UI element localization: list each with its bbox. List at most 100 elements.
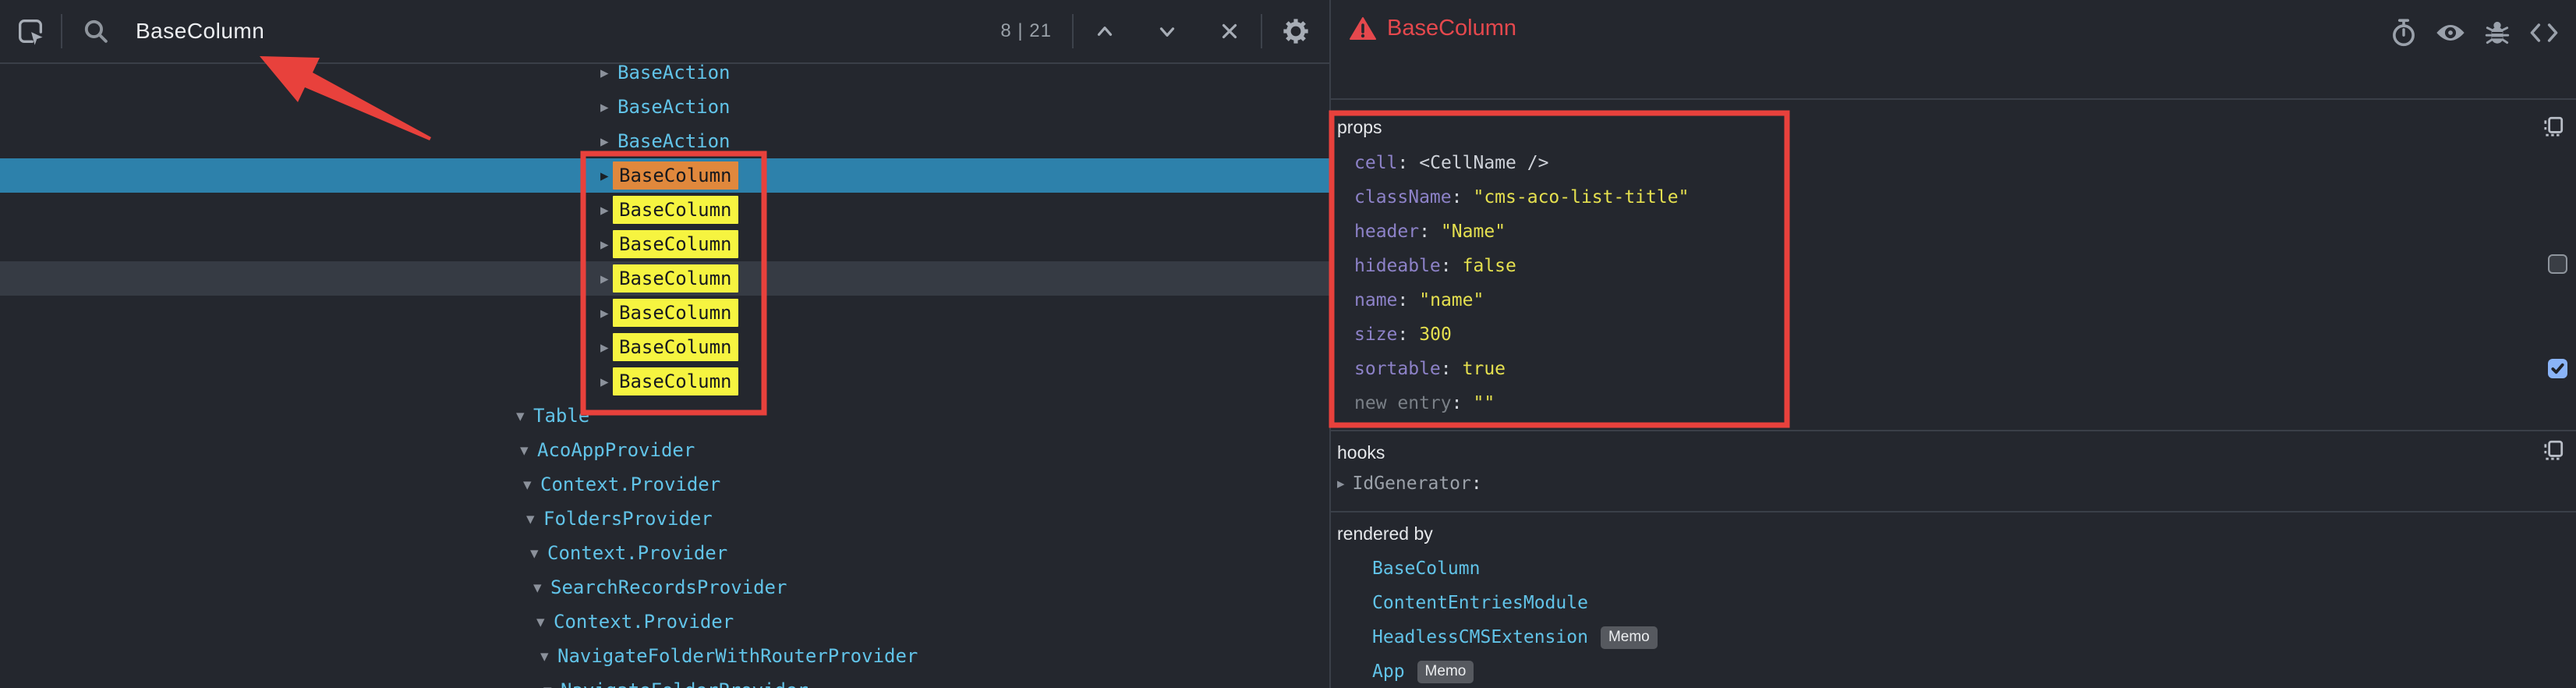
inspect-dom-element-button[interactable] [2433,17,2468,48]
component-name-match[interactable]: BaseColumn [613,367,738,395]
tree-row[interactable]: ▾ SearchRecordsProvider [0,570,1329,605]
expand-arrow-icon[interactable]: ▾ [533,570,542,605]
prop-row[interactable]: size: 300 [1331,317,2576,352]
prop-row[interactable]: name: "name" [1331,283,2576,317]
tree-row[interactable]: ▾ FoldersProvider [0,502,1329,536]
component-name[interactable]: BaseAction [617,64,731,83]
prop-sortable-checkbox[interactable] [2548,359,2567,378]
collapse-arrow-icon[interactable]: ▸ [600,330,609,364]
stopwatch-icon [2390,18,2418,48]
component-name-match[interactable]: BaseColumn [613,333,738,361]
collapse-arrow-icon[interactable]: ▸ [600,64,609,90]
owner-component-link[interactable]: ContentEntriesModule [1372,593,1588,613]
collapse-arrow-icon[interactable]: ▸ [600,261,609,296]
previous-match-button[interactable] [1074,8,1136,55]
component-name-match[interactable]: BaseColumn [613,196,738,224]
eye-icon [2434,20,2467,46]
component-name[interactable]: Context.Provider [554,611,734,633]
prop-value[interactable]: <CellName /> [1419,153,1548,173]
component-name[interactable]: Context.Provider [540,473,720,495]
collapse-arrow-icon[interactable]: ▸ [1337,475,1345,492]
tree-row[interactable]: ▾ Table [0,399,1329,433]
prop-row[interactable]: header: "Name" [1331,215,2576,249]
component-name-match[interactable]: BaseColumn [613,299,738,327]
component-name[interactable]: Context.Provider [547,542,727,564]
clear-search-button[interactable] [1198,8,1261,55]
tree-row[interactable]: ▸ BaseColumn [0,296,1329,330]
tree-row-selected[interactable]: ▸ BaseColumn [0,158,1329,193]
tree-row[interactable]: ▸ BaseColumn [0,364,1329,399]
suspend-component-button[interactable] [2386,17,2422,48]
rendered-by-item[interactable]: App Memo [1331,654,2576,688]
collapse-arrow-icon[interactable]: ▸ [600,124,609,158]
prop-row-new-entry[interactable]: new entry: "" [1331,386,2576,420]
component-name[interactable]: FoldersProvider [543,508,713,530]
prop-value[interactable]: false [1463,256,1516,276]
collapse-arrow-icon[interactable]: ▸ [600,227,609,261]
collapse-arrow-icon[interactable]: ▸ [600,90,609,124]
component-name[interactable]: BaseAction [617,96,731,118]
component-name-match[interactable]: BaseColumn [613,264,738,293]
tree-row[interactable]: ▾ Context.Provider [0,605,1329,639]
component-name[interactable]: NavigateFolderProvider [561,679,809,688]
tree-row[interactable]: ▸ BaseAction [0,124,1329,158]
tree-row[interactable]: ▾ NavigateFolderProvider [0,673,1329,688]
view-source-button[interactable] [2526,17,2562,48]
copy-props-button[interactable] [2542,115,2565,139]
copy-hooks-button[interactable] [2542,439,2565,463]
component-name-current-match[interactable]: BaseColumn [613,161,738,190]
expand-arrow-icon[interactable]: ▾ [526,502,535,536]
log-component-data-button[interactable] [2479,17,2515,48]
tree-row[interactable]: ▸ BaseAction [0,90,1329,124]
collapse-arrow-icon[interactable]: ▸ [600,296,609,330]
rendered-by-item[interactable]: HeadlessCMSExtension Memo [1331,620,2576,654]
expand-arrow-icon[interactable]: ▾ [540,639,549,673]
expand-arrow-icon[interactable]: ▾ [536,605,545,639]
rendered-by-item[interactable]: ContentEntriesModule [1331,586,2576,620]
owner-component-link[interactable]: HeadlessCMSExtension [1372,627,1588,647]
prop-row[interactable]: sortable: true [1331,352,2576,386]
tree-row[interactable]: ▸ BaseColumn [0,193,1329,227]
tree-row[interactable]: ▸ BaseAction [0,64,1329,90]
expand-arrow-icon[interactable]: ▾ [516,399,525,433]
prop-value[interactable]: "Name" [1441,222,1506,242]
next-match-button[interactable] [1136,8,1198,55]
prop-value[interactable]: "" [1473,393,1495,413]
prop-row[interactable]: className: "cms-aco-list-title" [1331,180,2576,215]
search-input[interactable]: BaseColumn [136,19,264,44]
expand-arrow-icon[interactable]: ▾ [523,467,532,502]
tree-row[interactable]: ▸ BaseColumn [0,330,1329,364]
expand-arrow-icon[interactable]: ▾ [520,433,529,467]
collapse-arrow-icon[interactable]: ▸ [600,158,609,193]
tree-row[interactable]: ▸ BaseColumn [0,227,1329,261]
tree-row[interactable]: ▾ NavigateFolderWithRouterProvider [0,639,1329,673]
component-name-match[interactable]: BaseColumn [613,230,738,258]
toolbar-separator [61,14,62,48]
component-name[interactable]: Table [533,405,589,427]
hook-row[interactable]: ▸ IdGenerator: [1331,466,2576,501]
component-name[interactable]: AcoAppProvider [537,439,695,461]
rendered-by-item[interactable]: BaseColumn [1331,551,2576,586]
component-name[interactable]: SearchRecordsProvider [550,576,787,598]
tree-row[interactable]: ▾ AcoAppProvider [0,433,1329,467]
expand-arrow-icon[interactable]: ▾ [543,673,552,688]
tree-row-hovered[interactable]: ▸ BaseColumn [0,261,1329,296]
inspect-element-button[interactable] [0,8,61,55]
prop-value[interactable]: "name" [1419,290,1484,310]
collapse-arrow-icon[interactable]: ▸ [600,193,609,227]
prop-value[interactable]: true [1463,359,1506,379]
tree-row[interactable]: ▾ Context.Provider [0,536,1329,570]
prop-value[interactable]: "cms-aco-list-title" [1473,187,1689,207]
collapse-arrow-icon[interactable]: ▸ [600,364,609,399]
prop-value[interactable]: 300 [1419,324,1452,345]
component-name[interactable]: BaseAction [617,130,731,152]
prop-row[interactable]: cell: <CellName /> [1331,146,2576,180]
expand-arrow-icon[interactable]: ▾ [530,536,539,570]
prop-row[interactable]: hideable: false [1331,249,2576,283]
prop-hideable-checkbox[interactable] [2548,254,2567,274]
owner-component-link[interactable]: BaseColumn [1372,559,1480,579]
component-name[interactable]: NavigateFolderWithRouterProvider [557,645,918,667]
owner-component-link[interactable]: App [1372,661,1405,682]
settings-button[interactable] [1262,8,1329,55]
tree-row[interactable]: ▾ Context.Provider [0,467,1329,502]
